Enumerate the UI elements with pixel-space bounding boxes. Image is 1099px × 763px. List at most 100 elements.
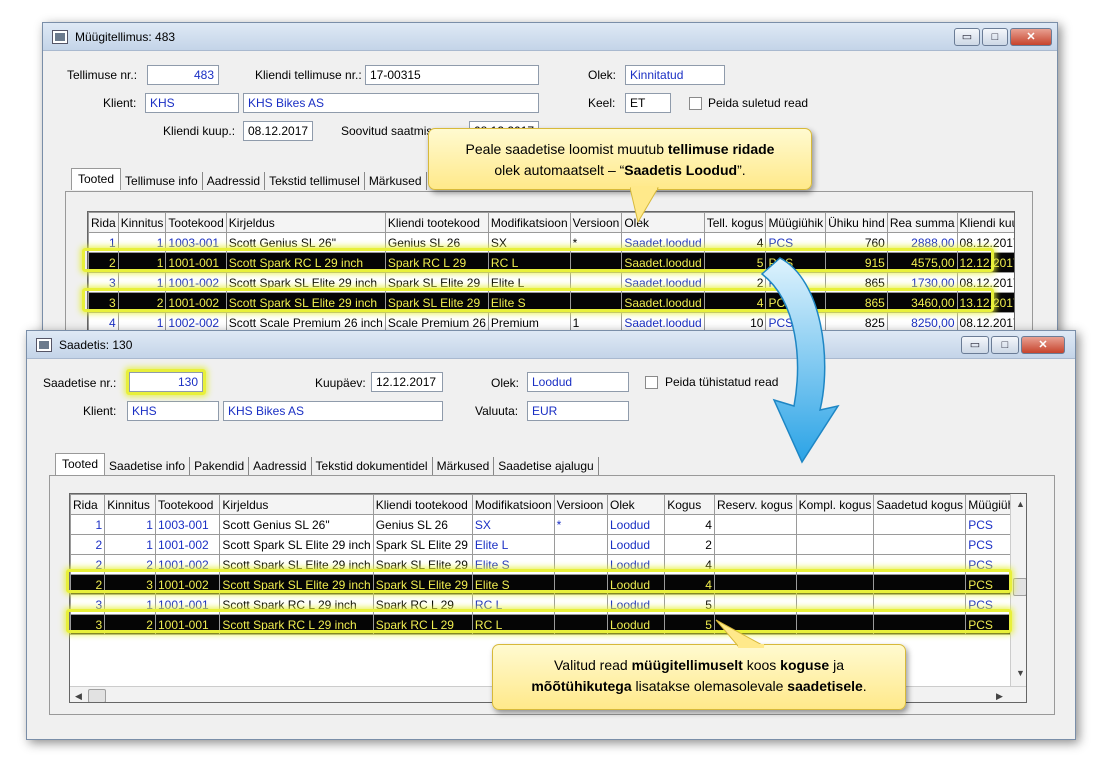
table-cell[interactable] <box>795 614 875 635</box>
minimize-button[interactable]: ▭ <box>954 28 980 46</box>
table-cell[interactable]: 1001-002 <box>154 534 221 555</box>
table-cell[interactable]: Spark RC L 29 <box>372 594 473 615</box>
table-cell[interactable]: 3460,00 <box>886 292 958 313</box>
table-cell[interactable] <box>713 574 797 595</box>
col-header[interactable]: Kinnitus <box>104 494 156 515</box>
col-header[interactable]: Kliendi kuup. <box>956 212 1014 233</box>
order-titlebar[interactable]: Müügitellimus: 483 ▭ □ ✕ <box>43 23 1057 51</box>
table-cell[interactable]: 1002-002 <box>165 312 227 330</box>
table-row[interactable]: 3 2 1001-001 Scott Spark RC L 29 inch Spark … <box>70 614 1026 635</box>
tab-order-texts[interactable]: Tekstid tellimusel <box>265 172 365 190</box>
table-cell[interactable]: Spark SL Elite 29 <box>384 292 489 313</box>
table-cell[interactable]: 1001-001 <box>165 252 227 273</box>
vertical-scrollbar[interactable]: ▲ ▼ <box>1010 494 1026 686</box>
table-cell[interactable]: * <box>569 232 623 253</box>
table-cell[interactable]: 1001-001 <box>154 594 221 615</box>
tab-ship-notes[interactable]: Märkused <box>433 457 495 475</box>
col-header[interactable]: Modifikatsioon <box>487 212 571 233</box>
table-cell[interactable]: Saadet.loodud <box>621 312 705 330</box>
table-cell[interactable]: 1 <box>70 514 106 535</box>
table-cell[interactable]: Spark RC L 29 <box>384 252 489 273</box>
table-cell[interactable]: 1001-002 <box>154 574 221 595</box>
table-cell[interactable]: 2888,00 <box>886 232 958 253</box>
table-cell[interactable]: 1730,00 <box>886 272 958 293</box>
scroll-down-icon[interactable]: ▼ <box>1016 668 1025 678</box>
col-header[interactable]: Versioon <box>553 494 608 515</box>
table-cell[interactable]: 1003-001 <box>165 232 227 253</box>
tab-ship-addresses[interactable]: Aadressid <box>249 457 312 475</box>
scroll-up-icon[interactable]: ▲ <box>1016 499 1025 509</box>
table-cell[interactable]: Elite S <box>471 574 555 595</box>
tab-ship-history[interactable]: Saadetise ajalugu <box>494 457 599 475</box>
table-cell[interactable]: Scott Spark SL Elite 29 inch <box>219 574 374 595</box>
client-code-field[interactable]: KHS <box>145 93 239 113</box>
table-cell[interactable]: Scale Premium 26 <box>384 312 489 330</box>
table-cell[interactable]: Scott Spark SL Elite 29 inch <box>225 292 386 313</box>
close-button[interactable]: ✕ <box>1010 28 1052 46</box>
col-header[interactable]: Müügiühik <box>765 212 827 233</box>
table-cell[interactable]: Scott Spark SL Elite 29 inch <box>219 534 374 555</box>
maximize-button[interactable]: □ <box>991 336 1019 354</box>
table-cell[interactable]: * <box>553 514 608 535</box>
table-cell[interactable] <box>713 594 797 615</box>
minimize-button[interactable]: ▭ <box>961 336 989 354</box>
table-cell[interactable]: Scott Spark RC L 29 inch <box>219 614 374 635</box>
table-cell[interactable] <box>713 534 797 555</box>
table-cell[interactable] <box>873 594 967 615</box>
table-cell[interactable] <box>873 614 967 635</box>
table-cell[interactable]: Saadet.loodud <box>621 292 705 313</box>
table-cell[interactable]: 1 <box>104 514 156 535</box>
table-row[interactable]: 1 1 1003-001 Scott Genius SL 26" Genius SL 2… <box>70 514 1026 535</box>
table-cell[interactable] <box>569 292 623 313</box>
col-header[interactable]: Rea summa <box>886 212 958 233</box>
ship-no-field[interactable]: 130 <box>129 372 203 392</box>
table-row[interactable]: 1 1 1003-001 Scott Genius SL 26" Genius SL 2… <box>88 232 1014 253</box>
currency-field[interactable]: EUR <box>527 401 629 421</box>
table-cell[interactable] <box>795 534 875 555</box>
table-cell[interactable]: 1001-001 <box>154 614 221 635</box>
table-cell[interactable] <box>713 554 797 575</box>
table-cell[interactable] <box>795 574 875 595</box>
table-cell[interactable]: Loodud <box>606 534 666 555</box>
tab-order-notes[interactable]: Märkused <box>365 172 427 190</box>
table-cell[interactable]: 3 <box>104 574 156 595</box>
table-cell[interactable]: RC L <box>471 594 555 615</box>
col-header[interactable]: Reserv. kogus <box>713 494 797 515</box>
col-header[interactable]: Olek <box>606 494 666 515</box>
table-cell[interactable]: Genius SL 26 <box>384 232 489 253</box>
table-cell[interactable]: Loodud <box>606 514 666 535</box>
table-cell[interactable]: 2 <box>117 292 167 313</box>
table-cell[interactable] <box>553 594 608 615</box>
table-cell[interactable]: 12.12.2017 <box>956 252 1014 273</box>
table-cell[interactable]: Loodud <box>606 574 666 595</box>
table-cell[interactable] <box>795 514 875 535</box>
table-cell[interactable] <box>795 594 875 615</box>
table-cell[interactable] <box>553 574 608 595</box>
maximize-button[interactable]: □ <box>982 28 1008 46</box>
table-cell[interactable]: 08.12.2017 <box>956 272 1014 293</box>
table-cell[interactable]: Saadet.loodud <box>621 272 705 293</box>
table-cell[interactable] <box>873 534 967 555</box>
table-cell[interactable] <box>553 534 608 555</box>
table-cell[interactable]: 1001-002 <box>165 272 227 293</box>
table-row[interactable]: 2 2 1001-002 Scott Spark SL Elite 29 inch Sp… <box>70 554 1026 575</box>
table-cell[interactable] <box>553 614 608 635</box>
shipment-titlebar[interactable]: Saadetis: 130 ▭ □ ✕ <box>27 331 1075 359</box>
col-header[interactable]: Kliendi tootekood <box>384 212 489 233</box>
table-cell[interactable]: 1 <box>117 232 167 253</box>
col-header[interactable]: Kliendi tootekood <box>372 494 473 515</box>
col-header[interactable]: Tootekood <box>154 494 221 515</box>
table-cell[interactable]: 4575,00 <box>886 252 958 273</box>
table-cell[interactable] <box>713 514 797 535</box>
table-cell[interactable]: 1 <box>88 232 119 253</box>
scroll-left-icon[interactable]: ◀ <box>75 691 82 702</box>
col-header[interactable]: Kirjeldus <box>219 494 374 515</box>
table-cell[interactable]: RC L <box>471 614 555 635</box>
col-header[interactable]: Ühiku hind <box>825 212 888 233</box>
order-no-field[interactable]: 483 <box>147 65 219 85</box>
table-cell[interactable]: 08.12.2017 <box>956 312 1014 330</box>
col-header[interactable]: Versioon <box>569 212 623 233</box>
table-cell[interactable]: 3 <box>70 614 106 635</box>
table-row[interactable]: 4 1 1002-002 Scott Scale Premium 26 inch Sca… <box>88 312 1014 330</box>
table-cell[interactable]: 13.12.2017 <box>956 292 1014 313</box>
